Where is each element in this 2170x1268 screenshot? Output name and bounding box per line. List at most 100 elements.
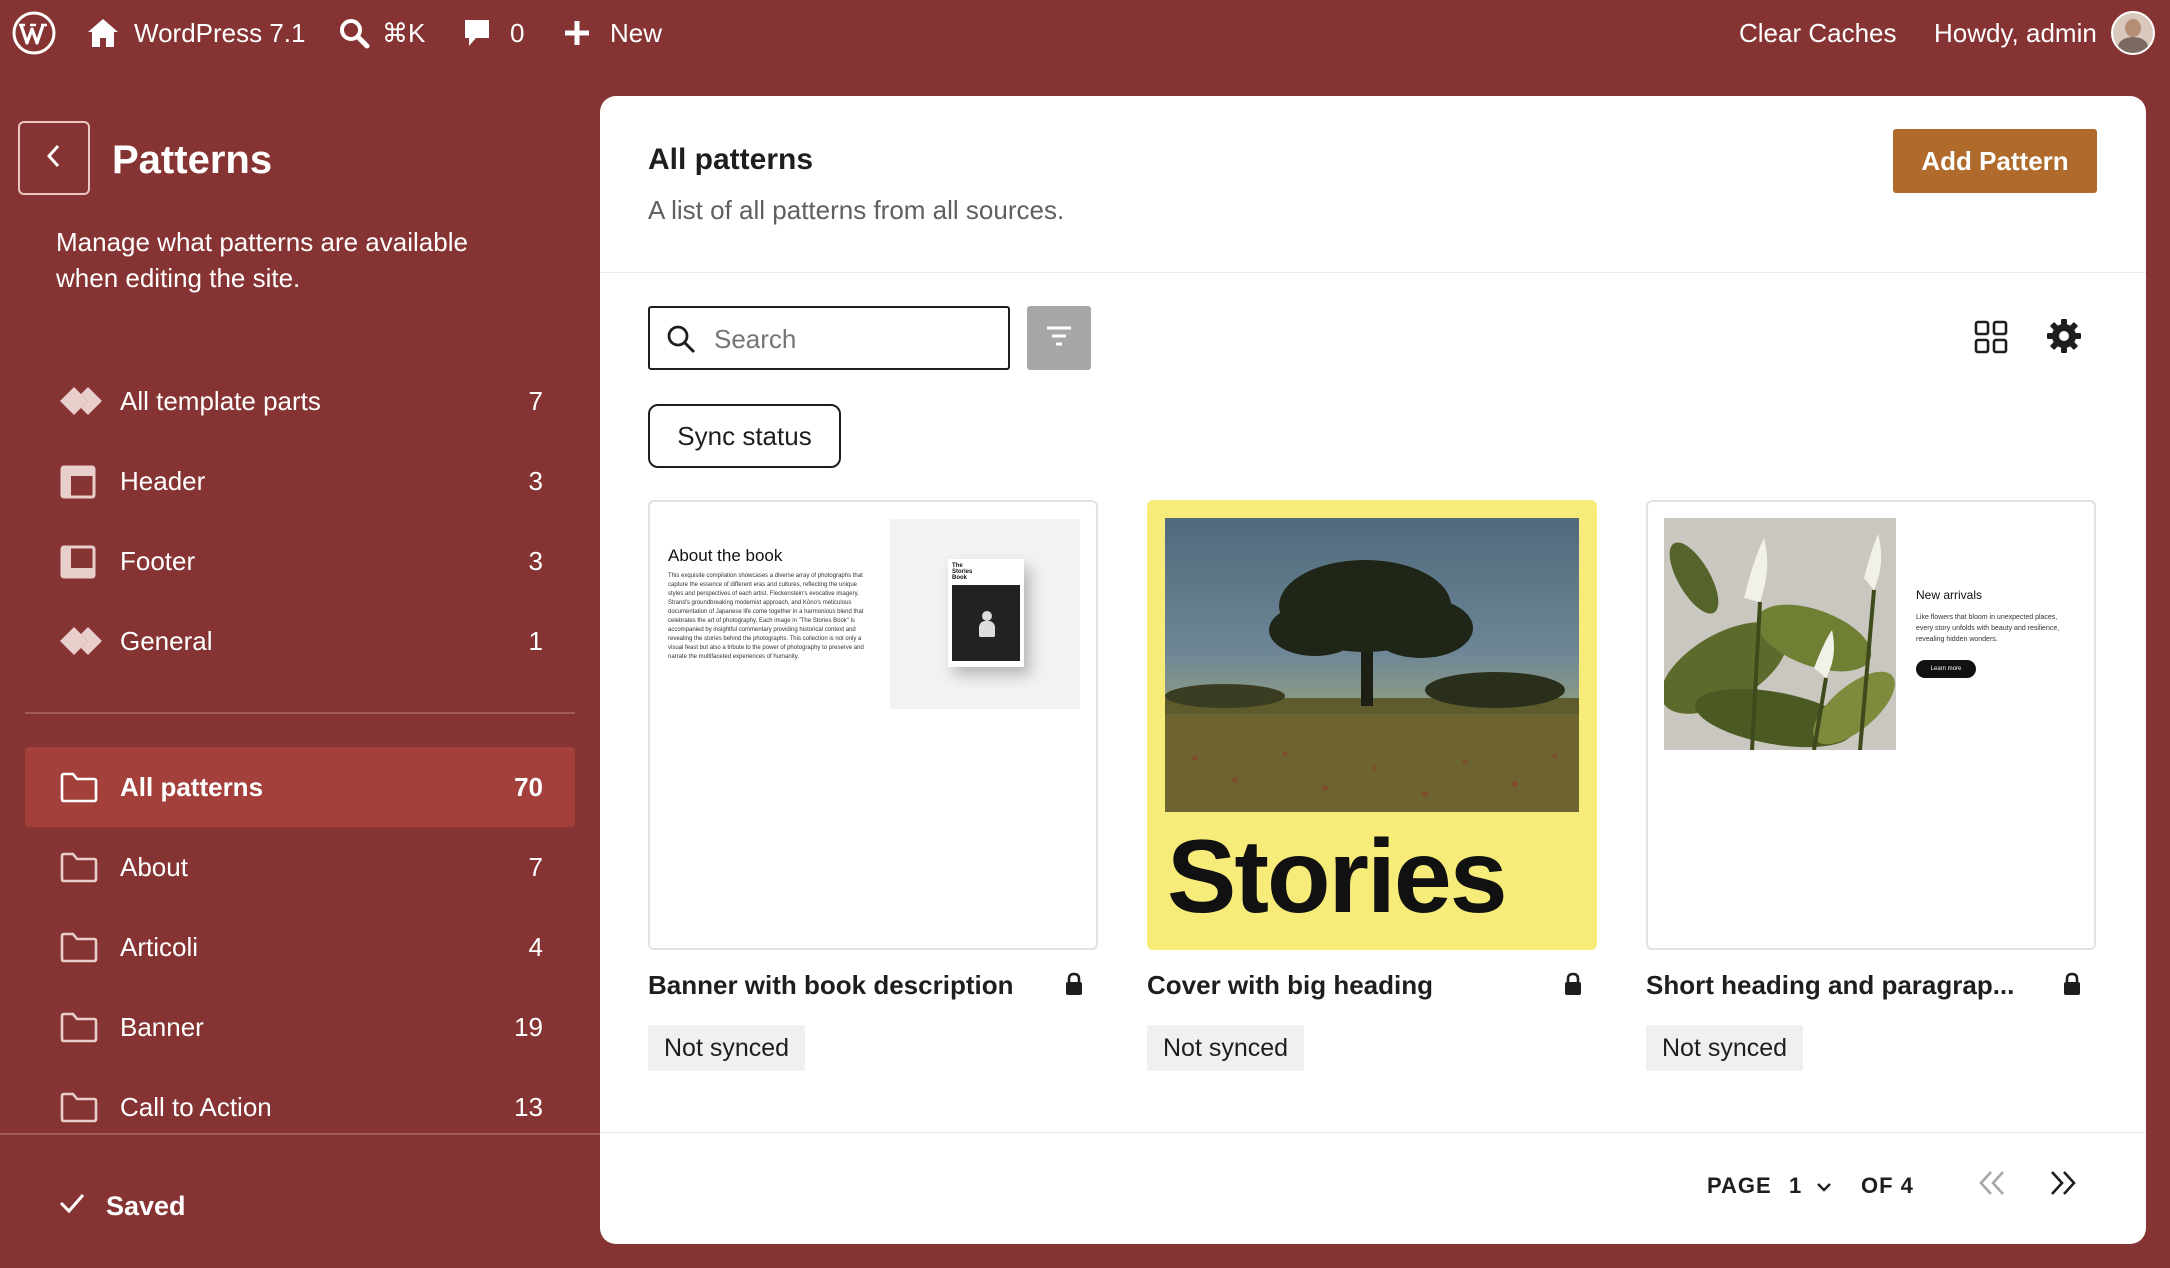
sidebar-item-label: General (120, 625, 213, 656)
chevron-double-right-icon (2048, 1169, 2078, 1203)
admin-bar: WordPress 7.1 ⌘K 0 New Clear Caches Howd… (0, 0, 2170, 66)
preview-button: Learn more (1916, 660, 1976, 678)
pattern-card[interactable]: New arrivals Like flowers that bloom in … (1646, 500, 2096, 1071)
sync-badge: Not synced (648, 1025, 806, 1071)
next-page-button[interactable] (2048, 1166, 2078, 1206)
clear-caches-link[interactable]: Clear Caches (1739, 0, 1897, 66)
sidebar-item-count: 3 (528, 465, 543, 496)
comment-icon (462, 17, 492, 49)
chevron-double-left-icon (1977, 1169, 2007, 1203)
command-search[interactable]: ⌘K (338, 0, 425, 66)
header-divider (600, 272, 2146, 273)
sync-badge: Not synced (1147, 1025, 1305, 1071)
book-cover: The Stories Book (948, 559, 1024, 667)
save-status: Saved (58, 1186, 186, 1226)
search-input[interactable] (712, 316, 996, 362)
preview-body: Like flowers that bloom in unexpected pl… (1916, 614, 2060, 643)
saved-label: Saved (106, 1190, 186, 1221)
new-content-link[interactable]: New (562, 0, 662, 66)
avatar (2110, 11, 2155, 55)
sidebar-item-footer[interactable]: Footer 3 (25, 521, 575, 601)
previous-page-button[interactable] (1977, 1166, 2007, 1206)
add-pattern-button[interactable]: Add Pattern (1893, 129, 2097, 193)
sidebar-item-all-patterns[interactable]: All patterns 70 (25, 747, 575, 827)
preview-body: This exquisite compilation showcases a d… (668, 573, 864, 660)
sidebar-item-label: About (120, 851, 188, 882)
chevron-down-icon (1816, 1173, 1832, 1199)
sync-status-filter[interactable]: Sync status (648, 404, 841, 468)
book-image: The Stories Book (890, 519, 1080, 709)
sidebar-item-header[interactable]: Header 3 (25, 441, 575, 521)
wordpress-logo-icon[interactable] (12, 0, 56, 66)
lock-icon (1064, 972, 1084, 1001)
sidebar-item-all-template-parts[interactable]: All template parts 7 (25, 361, 575, 441)
sidebar-item-label: All template parts (120, 385, 321, 416)
folder-icon (60, 931, 98, 963)
page-select[interactable]: 1 (1789, 1166, 1832, 1206)
flower-image (1664, 518, 1896, 750)
sidebar-item-articoli[interactable]: Articoli 4 (25, 907, 575, 987)
book-photo (952, 585, 1020, 661)
sidebar-item-label: Banner (120, 1011, 204, 1042)
folder-icon (60, 851, 98, 883)
footer-divider (600, 1132, 2146, 1133)
gear-icon[interactable] (2046, 318, 2082, 359)
howdy-label: Howdy, admin (1934, 17, 2097, 48)
pattern-preview[interactable]: About the book This exquisite compilatio… (648, 500, 1098, 950)
diamond-icon (60, 625, 102, 657)
pattern-title[interactable]: Short heading and paragrap... (1646, 970, 2014, 1001)
account-menu[interactable]: Howdy, admin (1934, 0, 2155, 66)
pattern-card[interactable]: About the book This exquisite compilatio… (648, 500, 1098, 1071)
sidebar-item-label: All patterns (120, 771, 264, 802)
sidebar-item-count: 1 (528, 625, 543, 656)
sidebar-item-count: 7 (528, 385, 543, 416)
sidebar-item-count: 3 (528, 545, 543, 576)
sidebar-item-label: Call to Action (120, 1091, 272, 1122)
folder-icon (60, 1091, 98, 1123)
pattern-preview[interactable]: New arrivals Like flowers that bloom in … (1646, 500, 2096, 950)
page-count: OF 4 (1861, 1173, 1914, 1198)
sidebar-item-general[interactable]: General 1 (25, 601, 575, 681)
pattern-preview[interactable]: Stories (1147, 500, 1597, 950)
search-shortcut: ⌘K (382, 17, 426, 48)
site-link[interactable]: WordPress 7.1 (86, 0, 305, 66)
search-field[interactable] (648, 306, 1010, 370)
page-title: All patterns (648, 143, 814, 176)
preview-heading: New arrivals (1916, 588, 1983, 602)
sidebar-item-count: 7 (528, 851, 543, 882)
sidebar-item-call-to-action[interactable]: Call to Action 13 (25, 1067, 575, 1147)
sidebar-divider (25, 712, 575, 714)
lock-icon (2062, 972, 2082, 1001)
preview-heading: About the book (668, 546, 783, 565)
cover-heading: Stories (1167, 819, 1508, 935)
sidebar-footer-divider (0, 1133, 600, 1135)
funnel-icon (1045, 324, 1073, 353)
pattern-title[interactable]: Banner with book description (648, 970, 1013, 1001)
comments-link[interactable]: 0 (462, 0, 524, 66)
sidebar-item-banner[interactable]: Banner 19 (25, 987, 575, 1067)
back-button[interactable] (18, 121, 90, 195)
folder-icon (60, 1011, 98, 1043)
page-subtitle: A list of all patterns from all sources. (648, 195, 1065, 225)
filter-button[interactable] (1027, 306, 1091, 370)
checkmark-icon (58, 1191, 106, 1222)
current-page: 1 (1789, 1173, 1803, 1198)
pattern-title[interactable]: Cover with big heading (1147, 970, 1433, 1001)
folder-icon (60, 771, 98, 803)
sidebar-item-count: 4 (528, 931, 543, 962)
site-name: WordPress 7.1 (134, 17, 306, 48)
diamond-icon (60, 385, 102, 417)
sidebar-item-count: 13 (514, 1091, 543, 1122)
sync-badge: Not synced (1646, 1025, 1804, 1071)
lock-icon (1563, 972, 1583, 1001)
search-icon (338, 17, 370, 49)
sidebar-item-label: Header (120, 465, 206, 496)
pattern-card[interactable]: Stories Cover with big heading Not synce… (1147, 500, 1597, 1071)
sidebar-description: Manage what patterns are available when … (56, 227, 468, 293)
sidebar-item-about[interactable]: About 7 (25, 827, 575, 907)
sidebar-item-count: 19 (514, 1011, 543, 1042)
comments-count: 0 (510, 17, 525, 48)
cover-image (1165, 518, 1579, 812)
sidebar-title: Patterns (112, 138, 273, 182)
grid-view-icon[interactable] (1974, 320, 2008, 359)
